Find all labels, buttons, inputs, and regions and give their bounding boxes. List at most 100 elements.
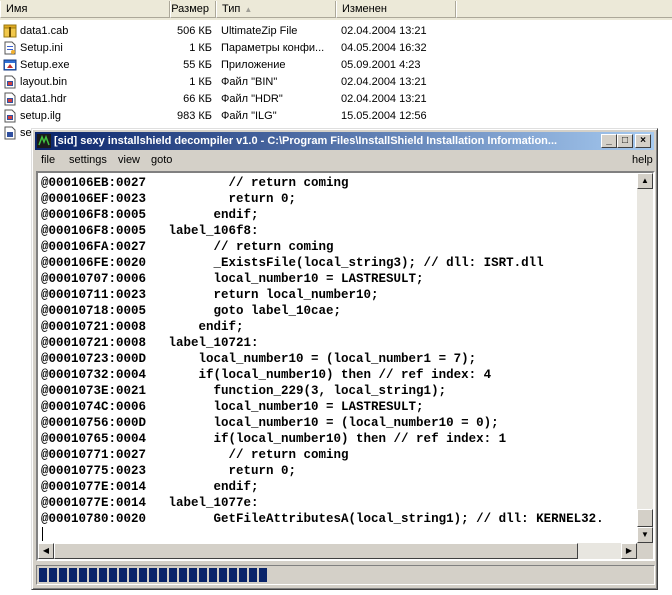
file-size: 1 КБ [189, 42, 212, 54]
file-row[interactable]: layout.bin 1 КБ Файл "BIN" 02.04.2004 13… [0, 74, 672, 91]
menu-view[interactable]: view [118, 151, 140, 169]
code-line: @0001077E:0014 label_1077e: [41, 496, 259, 510]
minimize-button[interactable]: _ [601, 134, 617, 148]
progress-block [219, 568, 227, 582]
code-line: @00010723:000D local_number10 = (local_n… [41, 352, 477, 366]
code-line: @00010775:0023 return 0; [41, 464, 297, 478]
progress-block [159, 568, 167, 582]
scrollbar-corner [637, 543, 653, 559]
file-name: Setup.ini [20, 42, 63, 54]
horizontal-scroll-thumb[interactable] [54, 543, 578, 559]
file-row[interactable]: data1.cab 506 КБ UltimateZip File 02.04.… [0, 23, 672, 40]
file-modified: 05.09.2001 4:23 [341, 59, 421, 71]
column-header-type[interactable]: Тип ▲ [216, 1, 336, 18]
file-type: Файл "ILG" [221, 110, 277, 122]
file-row[interactable]: data1.hdr 66 КБ Файл "HDR" 02.04.2004 13… [0, 91, 672, 108]
progress-block [39, 568, 47, 582]
exe-file-icon [3, 59, 17, 71]
archive-icon [3, 24, 17, 38]
code-line: @00010756:000D local_number10 = (local_n… [41, 416, 499, 430]
file-name: data1.cab [20, 25, 69, 37]
progress-block [99, 568, 107, 582]
file-row[interactable]: Setup.ini 1 КБ Параметры конфи... 04.05.… [0, 40, 672, 57]
progress-block [189, 568, 197, 582]
code-line: @00010780:0020 GetFileAttributesA(local_… [41, 512, 604, 526]
code-view[interactable]: @000106EB:0027 // return coming @000106EF… [41, 175, 635, 543]
progress-block [259, 568, 267, 582]
scroll-up-icon[interactable]: ▲ [637, 173, 653, 189]
code-line: @00010721:0008 label_10721: [41, 336, 259, 350]
file-size: 983 КБ [176, 110, 212, 122]
code-line: @00010718:0005 goto label_10cae; [41, 304, 342, 318]
file-name: data1.hdr [20, 93, 67, 105]
code-line: @00010732:0004 if(local_number10) then /… [41, 368, 492, 382]
progress-block [249, 568, 257, 582]
code-line: @000106EF:0023 return 0; [41, 192, 297, 206]
horizontal-scrollbar[interactable]: ◀ ▶ [38, 543, 637, 559]
progress-block [199, 568, 207, 582]
ini-file-icon [4, 41, 16, 55]
code-line: @00010711:0023 return local_number10; [41, 288, 379, 302]
file-type: Параметры конфи... [221, 42, 325, 54]
progress-block [239, 568, 247, 582]
window-title: [sid] sexy installshield decompiler v1.0… [54, 135, 558, 147]
hdr-file-icon [4, 92, 16, 106]
file-row[interactable]: setup.ilg 983 КБ Файл "ILG" 15.05.2004 1… [0, 108, 672, 125]
file-row[interactable]: Setup.exe 55 КБ Приложение 05.09.2001 4:… [0, 57, 672, 74]
column-header-filler [456, 1, 672, 18]
file-size: 506 КБ [176, 25, 212, 37]
code-line: @0001077E:0014 endif; [41, 480, 259, 494]
progress-block [109, 568, 117, 582]
app-icon [37, 134, 51, 148]
code-line: @000106FE:0020 _ExistsFile(local_string3… [41, 256, 544, 270]
file-modified: 04.05.2004 16:32 [341, 42, 427, 54]
decompiler-window: [sid] sexy installshield decompiler v1.0… [31, 128, 658, 590]
menu-settings[interactable]: settings [69, 151, 107, 169]
progress-bar-fill [39, 568, 278, 582]
scroll-left-icon[interactable]: ◀ [38, 543, 54, 559]
sort-ascending-icon: ▲ [244, 5, 253, 14]
file-type: Файл "HDR" [221, 93, 283, 105]
progress-block [229, 568, 237, 582]
progress-block [139, 568, 147, 582]
vertical-scroll-thumb[interactable] [637, 509, 653, 527]
menu-bar: file settings view goto help [35, 151, 654, 169]
file-type: Приложение [221, 59, 286, 71]
code-line: @00010707:0006 local_number10 = LASTRESU… [41, 272, 424, 286]
menu-goto[interactable]: goto [151, 151, 172, 169]
code-line: @00010765:0004 if(local_number10) then /… [41, 432, 507, 446]
code-line: @000106F8:0005 label_106f8: [41, 224, 259, 238]
column-header-size[interactable]: Размер [170, 1, 216, 18]
vertical-scrollbar[interactable]: ▲ ▼ [637, 173, 653, 543]
code-line: @0001073E:0021 function_229(3, local_str… [41, 384, 447, 398]
file-type: UltimateZip File [221, 25, 298, 37]
column-header-bar: Имя Размер Тип ▲ Изменен [0, 0, 672, 20]
close-button[interactable]: × [635, 134, 651, 148]
scroll-right-icon[interactable]: ▶ [621, 543, 637, 559]
column-header-name[interactable]: Имя [0, 1, 170, 18]
file-icon [4, 126, 16, 140]
menu-file[interactable]: file [41, 151, 55, 169]
code-line: @0001074C:0006 local_number10 = LASTRESU… [41, 400, 424, 414]
progress-block [119, 568, 127, 582]
code-editor[interactable]: @000106EB:0027 // return coming @000106EF… [36, 171, 655, 561]
file-size: 55 КБ [183, 59, 212, 71]
progress-block [179, 568, 187, 582]
scroll-down-icon[interactable]: ▼ [637, 527, 653, 543]
code-line: @00010721:0008 endif; [41, 320, 244, 334]
file-modified: 02.04.2004 13:21 [341, 76, 427, 88]
code-line: @00010771:0027 // return coming [41, 448, 349, 462]
column-header-modified[interactable]: Изменен [336, 1, 456, 18]
menu-help[interactable]: help [632, 151, 653, 169]
file-name: layout.bin [20, 76, 68, 88]
bin-file-icon [4, 75, 16, 89]
progress-block [69, 568, 77, 582]
maximize-button[interactable]: □ [617, 134, 633, 148]
file-type: Файл "BIN" [221, 76, 278, 88]
file-modified: 02.04.2004 13:21 [341, 25, 427, 37]
file-name: setup.ilg [20, 110, 61, 122]
window-title-bar[interactable]: [sid] sexy installshield decompiler v1.0… [35, 132, 654, 150]
progress-bar [36, 565, 655, 585]
file-size: 1 КБ [189, 76, 212, 88]
progress-block [59, 568, 67, 582]
